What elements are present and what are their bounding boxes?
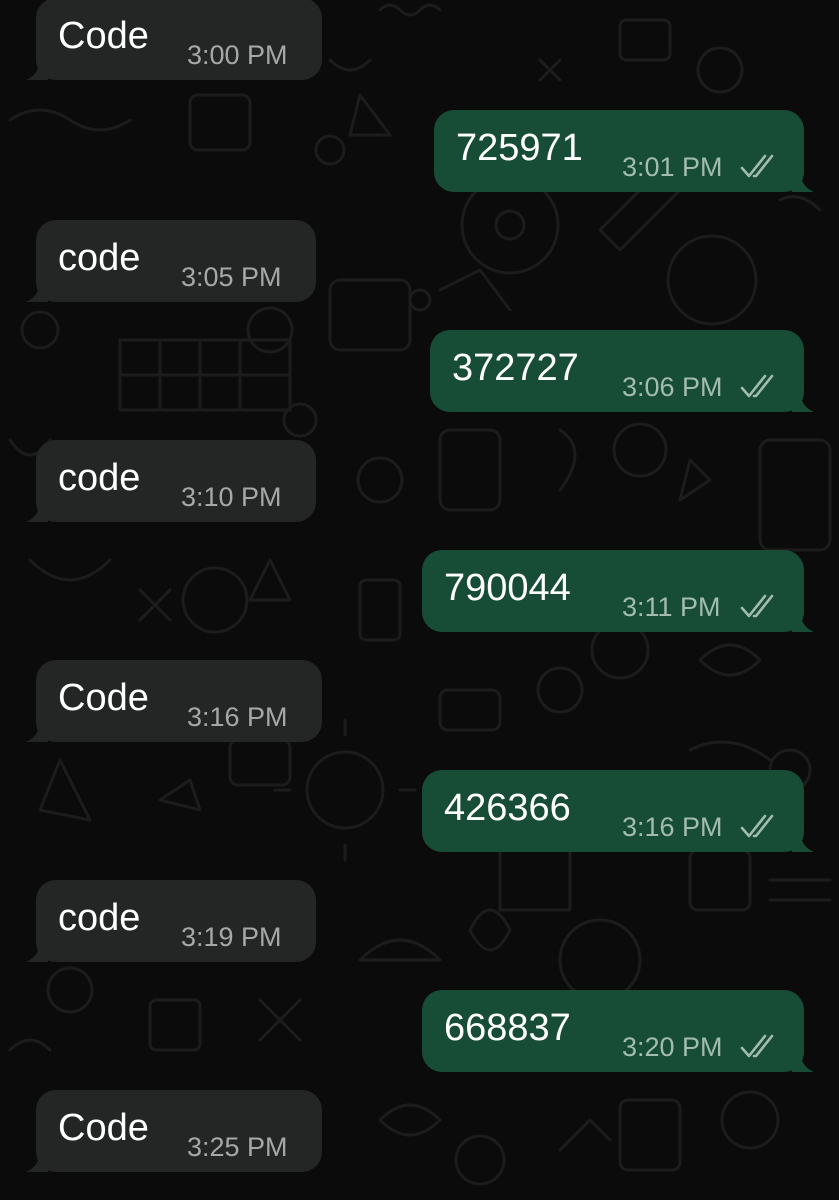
message-text: Code [58, 15, 149, 57]
message-text: 372727 [452, 347, 579, 389]
message-text: 426366 [444, 787, 571, 829]
incoming-message[interactable]: code 3:05 PM [26, 220, 316, 302]
incoming-message[interactable]: code 3:19 PM [26, 880, 316, 962]
message-text: code [58, 897, 141, 939]
message-timestamp: 3:11 PM [622, 592, 721, 622]
bubble-tail [792, 1050, 814, 1072]
outgoing-message[interactable]: 372727 3:06 PM [430, 330, 814, 412]
read-double-check-icon [740, 814, 774, 838]
message-text: code [58, 457, 141, 499]
message-timestamp: 3:20 PM [622, 1032, 723, 1062]
read-double-check-icon [740, 374, 774, 398]
incoming-message[interactable]: code 3:10 PM [26, 440, 316, 522]
message-timestamp: 3:10 PM [181, 482, 282, 512]
message-timestamp: 3:01 PM [622, 152, 723, 182]
outgoing-message[interactable]: 725971 3:01 PM [434, 110, 814, 192]
outgoing-message[interactable]: 426366 3:16 PM [422, 770, 814, 852]
bubble-tail [26, 1150, 48, 1172]
bubble-tail [26, 280, 48, 302]
message-text: 725971 [456, 127, 583, 169]
read-double-check-icon [740, 1034, 774, 1058]
bubble-tail [792, 830, 814, 852]
message-timestamp: 3:19 PM [181, 922, 282, 952]
bubble-tail [792, 390, 814, 412]
message-text: Code [58, 1107, 149, 1149]
bubble-tail [26, 720, 48, 742]
read-double-check-icon [740, 594, 774, 618]
message-timestamp: 3:05 PM [181, 262, 282, 292]
message-timestamp: 3:16 PM [622, 812, 723, 842]
message-timestamp: 3:25 PM [187, 1132, 288, 1162]
bubble-tail [792, 170, 814, 192]
outgoing-message[interactable]: 668837 3:20 PM [422, 990, 814, 1072]
message-text: Code [58, 677, 149, 719]
message-text: code [58, 237, 141, 279]
outgoing-message[interactable]: 790044 3:11 PM [422, 550, 814, 632]
message-timestamp: 3:16 PM [187, 702, 288, 732]
bubble-tail [26, 940, 48, 962]
message-timestamp: 3:06 PM [622, 372, 723, 402]
message-text: 668837 [444, 1007, 571, 1049]
read-double-check-icon [740, 154, 774, 178]
bubble-tail [26, 58, 48, 80]
message-text: 790044 [444, 567, 571, 609]
bubble-tail [792, 610, 814, 632]
message-timestamp: 3:00 PM [187, 40, 288, 70]
incoming-message[interactable]: Code 3:25 PM [26, 1090, 322, 1172]
bubble-tail [26, 500, 48, 522]
chat-conversation[interactable]: Code 3:00 PM 725971 3:01 PM code 3:05 PM 37272… [0, 0, 839, 1200]
incoming-message[interactable]: Code 3:00 PM [26, 0, 322, 80]
incoming-message[interactable]: Code 3:16 PM [26, 660, 322, 742]
